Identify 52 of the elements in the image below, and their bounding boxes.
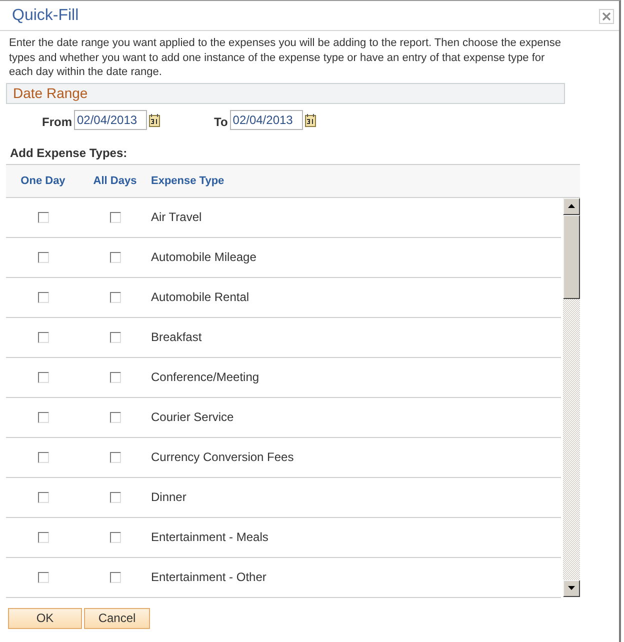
down-arrow-icon — [568, 586, 575, 590]
expense-type-name: Air Travel — [150, 210, 202, 224]
calendar-icon[interactable] — [304, 114, 316, 126]
one-day-checkbox[interactable] — [38, 412, 48, 422]
dialog-title: Quick-Fill — [12, 6, 79, 24]
one-day-checkbox[interactable] — [38, 532, 48, 542]
one-day-checkbox[interactable] — [38, 252, 48, 262]
all-days-checkbox[interactable] — [110, 412, 120, 422]
calendar-icon[interactable] — [149, 114, 160, 126]
column-header: One Day — [20, 174, 66, 186]
action-button[interactable]: Cancel — [84, 608, 150, 628]
expense-type-name: Breakfast — [150, 330, 202, 344]
close-button[interactable] — [599, 8, 614, 24]
instructions-text: Enter the date range you want applied to the expenses you will be adding to the report. Then choose the expense types and whether you want to add one instance of the expense type or have an entry of that expense type for each day within the date range. — [9, 36, 562, 80]
expense-type-name: Automobile Mileage — [150, 250, 256, 264]
one-day-checkbox[interactable] — [38, 372, 48, 382]
to-date-field[interactable]: 02/04/2013 — [230, 110, 303, 130]
one-day-checkbox[interactable] — [38, 492, 48, 502]
expense-type-name: Entertainment - Meals — [150, 530, 268, 544]
from-date-field[interactable]: 02/04/2013 — [74, 110, 147, 130]
scroll-down-button[interactable] — [563, 580, 580, 596]
all-days-checkbox[interactable] — [110, 452, 120, 462]
expense-type-name: Courier Service — [150, 410, 234, 424]
expense-type-name: Entertainment - Other — [150, 570, 266, 584]
field-label: From — [42, 114, 72, 128]
scrollbar-thumb[interactable] — [563, 214, 580, 298]
all-days-checkbox[interactable] — [110, 492, 120, 502]
scroll-up-button[interactable] — [563, 198, 580, 214]
one-day-checkbox[interactable] — [38, 212, 48, 222]
close-icon — [602, 12, 611, 20]
column-header: Expense Type — [150, 174, 224, 186]
all-days-checkbox[interactable] — [110, 532, 120, 542]
all-days-checkbox[interactable] — [110, 252, 120, 262]
one-day-checkbox[interactable] — [38, 332, 48, 342]
all-days-checkbox[interactable] — [110, 292, 120, 302]
up-arrow-icon — [568, 204, 575, 208]
expense-type-name: Conference/Meeting — [150, 370, 260, 384]
expense-type-name: Dinner — [150, 490, 186, 504]
all-days-checkbox[interactable] — [110, 572, 120, 582]
one-day-checkbox[interactable] — [38, 292, 48, 302]
section-label: Add Expense Types: — [10, 146, 128, 160]
one-day-checkbox[interactable] — [38, 572, 48, 582]
section-header: Date Range — [6, 82, 565, 104]
expense-type-name: Currency Conversion Fees — [150, 450, 294, 464]
action-button[interactable]: OK — [8, 608, 82, 628]
field-label: To — [214, 114, 228, 128]
all-days-checkbox[interactable] — [110, 332, 120, 342]
expense-type-name: Automobile Rental — [150, 290, 250, 304]
one-day-checkbox[interactable] — [38, 452, 48, 462]
column-header: All Days — [93, 174, 137, 186]
all-days-checkbox[interactable] — [110, 372, 120, 382]
all-days-checkbox[interactable] — [110, 212, 120, 222]
